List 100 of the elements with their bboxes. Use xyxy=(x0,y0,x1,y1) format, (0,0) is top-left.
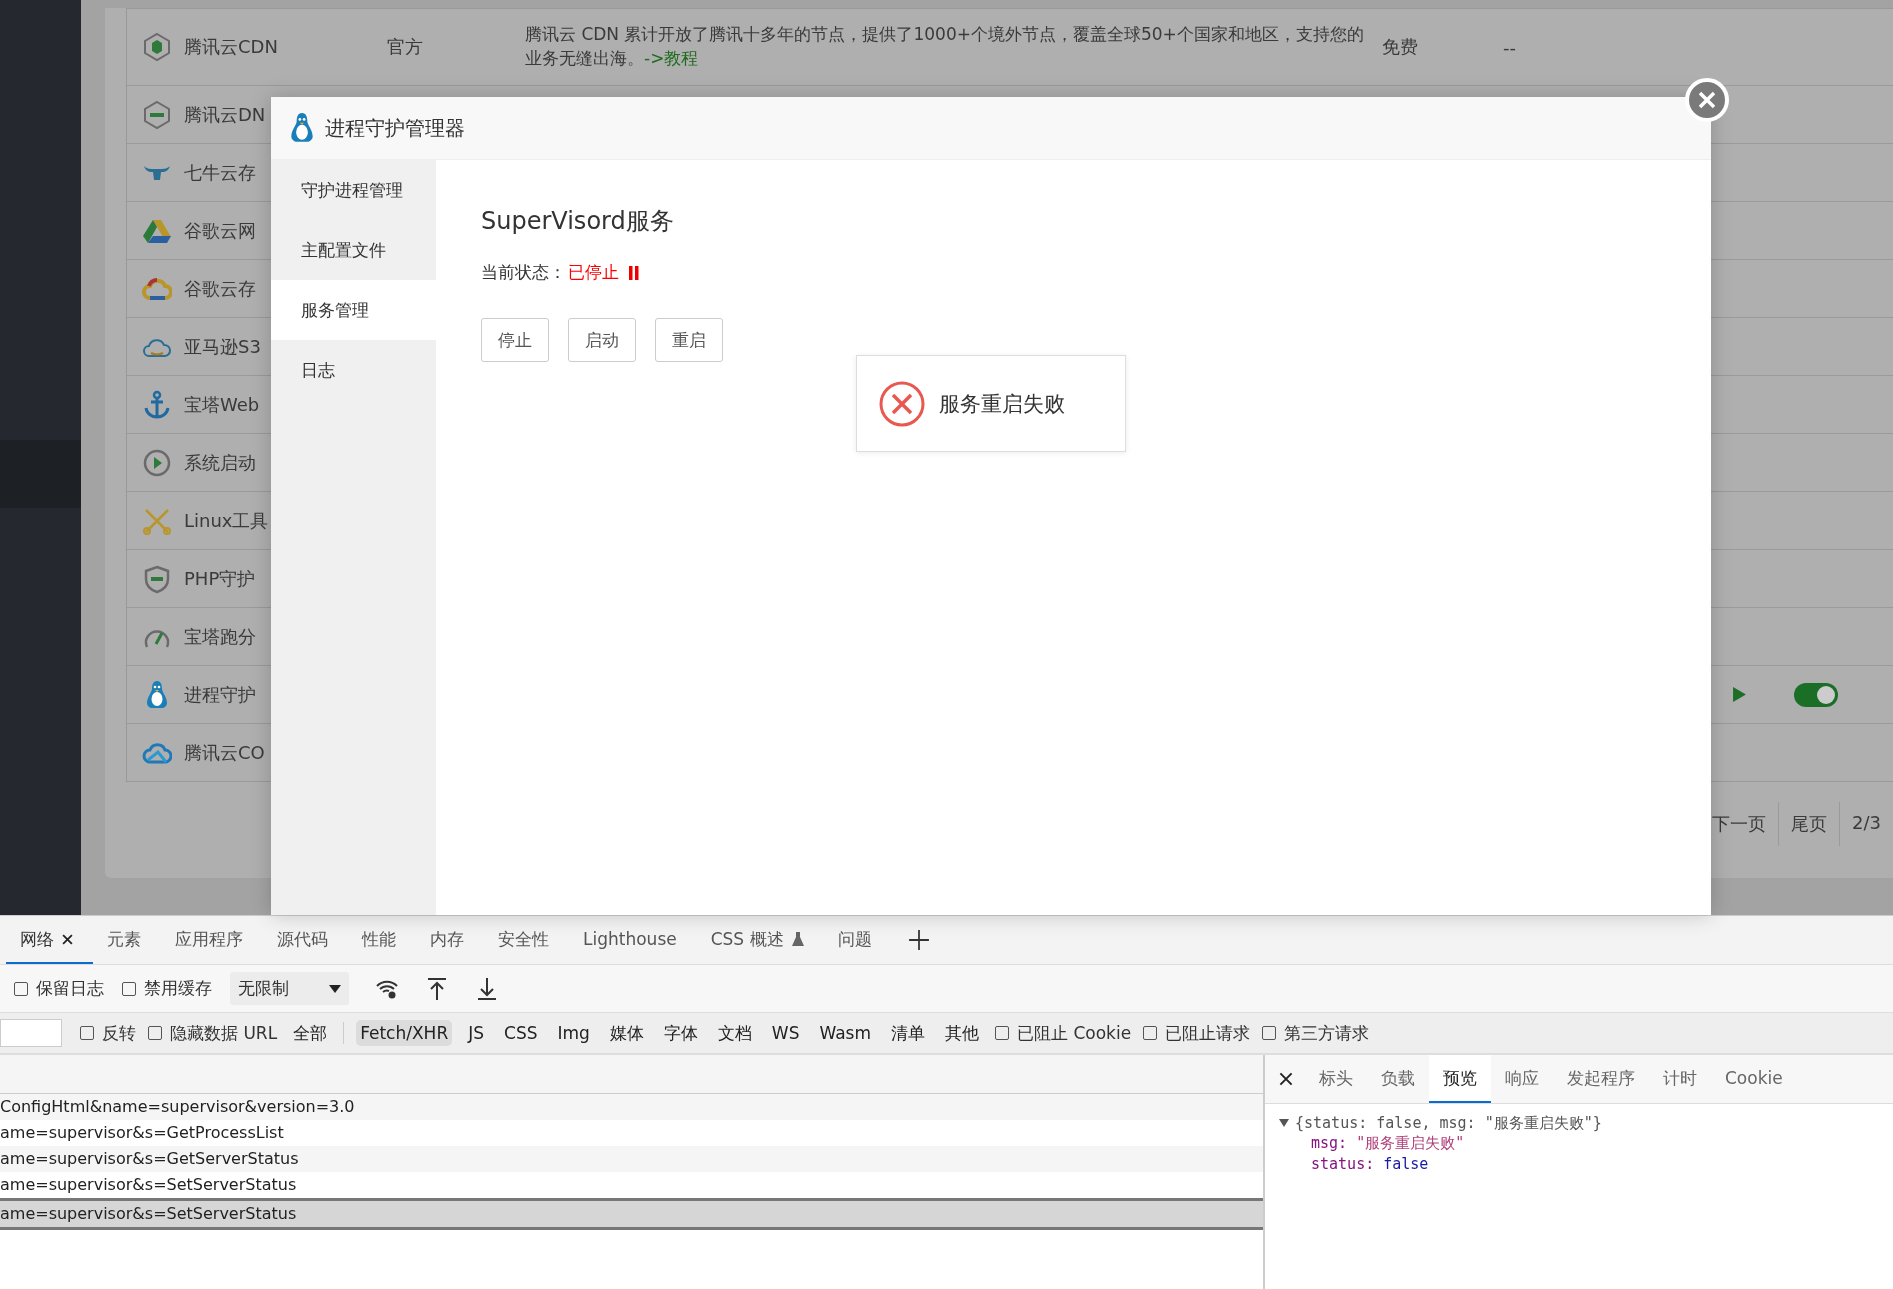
shield-icon xyxy=(142,563,172,594)
download-icon[interactable] xyxy=(475,976,499,1001)
detail-tab[interactable]: Cookie xyxy=(1711,1055,1797,1103)
preview-summary: {status: false, msg: "服务重启失败"} xyxy=(1295,1113,1602,1133)
close-icon[interactable] xyxy=(1279,1072,1293,1086)
plugin-name: 腾讯云CO xyxy=(184,740,266,765)
devtools-tab[interactable]: 源代码 xyxy=(263,916,348,964)
devtools-tab[interactable]: CSS 概述 xyxy=(696,916,824,964)
status-value: 已停止 xyxy=(568,261,619,284)
devtools-tab[interactable]: 问题 xyxy=(823,916,892,964)
checkbox-label: 反转 xyxy=(102,1021,136,1045)
plugin-name: 进程守护 xyxy=(184,682,257,707)
plugin-price: 免费 xyxy=(1382,35,1419,59)
checkbox-label: 禁用缓存 xyxy=(144,977,212,1000)
hexagon-icon xyxy=(142,99,172,130)
nav-item[interactable]: 服务管理 xyxy=(271,280,436,340)
plugin-name: 腾讯云DN xyxy=(184,102,267,127)
plugin-name: PHP守护 xyxy=(184,566,257,591)
flask-icon xyxy=(791,932,804,946)
checkbox[interactable] xyxy=(80,1026,94,1040)
devtools-tab[interactable]: 元素 xyxy=(93,916,161,964)
filter-field[interactable] xyxy=(0,1019,62,1047)
detail-tab[interactable]: 标头 xyxy=(1305,1055,1367,1103)
plugin-name: 谷歌云存 xyxy=(184,276,257,301)
close-icon[interactable] xyxy=(62,933,73,945)
plugin-name: 宝塔Web xyxy=(184,392,261,417)
action-button[interactable]: 停止 xyxy=(481,318,549,362)
filter-chip[interactable]: 媒体 xyxy=(605,1018,648,1048)
checkbox-label: 已阻止 Cookie xyxy=(1017,1021,1132,1045)
plus-icon[interactable] xyxy=(907,929,930,951)
property-value: "服务重启失败" xyxy=(1356,1134,1465,1152)
toast-text: 服务重启失败 xyxy=(939,390,1065,418)
detail-tab[interactable]: 响应 xyxy=(1491,1055,1553,1103)
upload-icon[interactable] xyxy=(425,976,449,1001)
anchor-icon xyxy=(142,389,172,420)
devtools-tab[interactable]: 性能 xyxy=(348,916,416,964)
plugin-name: 腾讯云CDN xyxy=(184,35,279,59)
detail-tab[interactable]: 预览 xyxy=(1429,1055,1491,1103)
request-row[interactable]: ConfigHtml&name=supervisor&version=3.0 xyxy=(0,1094,1263,1120)
nav-item[interactable]: 日志 xyxy=(271,340,436,400)
checkbox-label: 保留日志 xyxy=(36,977,104,1000)
checkbox[interactable] xyxy=(1262,1026,1277,1040)
section-heading: SuperVisord服务 xyxy=(481,206,675,237)
request-row[interactable]: ame=supervisor&s=SetServerStatus xyxy=(0,1172,1263,1198)
filter-chip[interactable]: Wasm xyxy=(815,1020,876,1046)
checkbox-label: 隐藏数据 URL xyxy=(170,1021,278,1045)
filter-chip[interactable]: Fetch/XHR xyxy=(356,1020,453,1046)
filter-chip[interactable]: Img xyxy=(553,1020,594,1046)
checkbox-label: 第三方请求 xyxy=(1284,1021,1370,1045)
filter-chip[interactable]: JS xyxy=(464,1020,489,1046)
caret-icon xyxy=(329,984,341,993)
page-link[interactable]: 尾页 xyxy=(1778,802,1840,846)
checkbox[interactable] xyxy=(148,1026,162,1040)
dialog-title: 进程守护管理器 xyxy=(325,114,465,142)
status-label: 当前状态： xyxy=(481,261,566,284)
filter-chip[interactable]: 文档 xyxy=(713,1018,756,1048)
expand-triangle-icon[interactable] xyxy=(1279,1118,1289,1128)
checkbox[interactable] xyxy=(14,981,28,996)
checkbox[interactable] xyxy=(1143,1026,1158,1040)
filter-chip[interactable]: WS xyxy=(767,1020,804,1046)
penguin-icon xyxy=(289,112,315,144)
plugin-description: 腾讯云 CDN 累计开放了腾讯十多年的节点，提供了1000+个境外节点，覆盖全球50+个国家和地区，支持您的业务无缝出海。->教程 xyxy=(525,23,1365,70)
request-row[interactable]: ame=supervisor&s=GetServerStatus xyxy=(0,1146,1263,1172)
plugin-expiry: -- xyxy=(1503,36,1517,58)
checkbox[interactable] xyxy=(122,981,136,996)
throttle-select[interactable]: 无限制 xyxy=(230,972,349,1005)
property-key: msg: xyxy=(1311,1134,1348,1152)
filter-chip[interactable]: 清单 xyxy=(887,1018,930,1048)
devtools-tab[interactable]: 应用程序 xyxy=(161,916,263,964)
plugin-name: Linux工具 xyxy=(184,508,270,533)
detail-tab[interactable]: 负载 xyxy=(1367,1055,1429,1103)
play-icon[interactable] xyxy=(1733,687,1746,702)
filter-chip[interactable]: 其他 xyxy=(941,1018,984,1048)
plugin-name: 七牛云存 xyxy=(184,160,257,185)
detail-tab[interactable]: 计时 xyxy=(1649,1055,1711,1103)
plugin-name: 系统启动 xyxy=(184,450,257,475)
play-circle-icon xyxy=(142,447,172,478)
filter-chip[interactable]: 全部 xyxy=(289,1018,332,1048)
request-row[interactable]: ame=supervisor&s=GetProcessList xyxy=(0,1120,1263,1146)
plugin-type: 官方 xyxy=(387,35,424,59)
page-link[interactable]: 2/3 xyxy=(1839,802,1893,846)
action-button[interactable]: 重启 xyxy=(655,318,723,362)
detail-tab[interactable]: 发起程序 xyxy=(1553,1055,1649,1103)
plugin-name: 宝塔跑分 xyxy=(184,624,257,649)
plugin-name: 谷歌云网 xyxy=(184,218,257,243)
checkbox-label: 已阻止请求 xyxy=(1165,1021,1251,1045)
error-icon xyxy=(879,380,925,427)
plugin-name: 亚马逊S3 xyxy=(184,334,262,359)
devtools-tab[interactable]: 内存 xyxy=(416,916,484,964)
action-button[interactable]: 启动 xyxy=(568,318,636,362)
filter-chip[interactable]: 字体 xyxy=(659,1018,702,1048)
nav-item[interactable]: 守护进程管理 xyxy=(271,160,436,220)
filter-chip[interactable]: CSS xyxy=(500,1020,542,1046)
devtools-tab[interactable]: Lighthouse xyxy=(569,916,697,964)
request-row[interactable]: ame=supervisor&s=SetServerStatus xyxy=(0,1198,1263,1230)
property-value: false xyxy=(1383,1155,1429,1173)
devtools-tab[interactable]: 安全性 xyxy=(484,916,569,964)
checkbox[interactable] xyxy=(995,1026,1010,1040)
toggle-switch[interactable] xyxy=(1794,682,1838,707)
nav-item[interactable]: 主配置文件 xyxy=(271,220,436,280)
